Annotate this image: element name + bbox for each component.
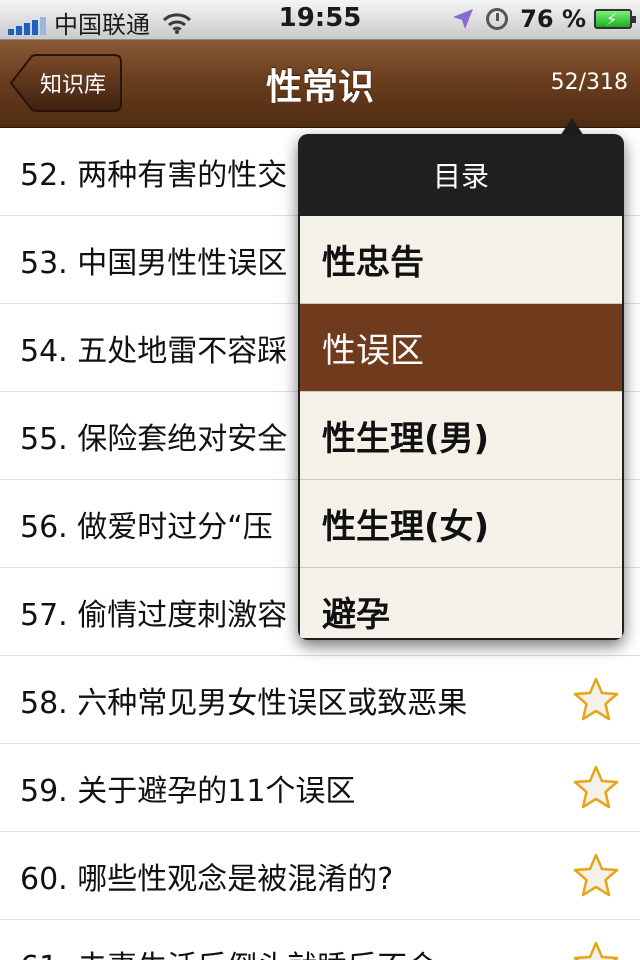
menu-item[interactable]: 性忠告 — [300, 216, 622, 304]
menu-item[interactable]: 性生理(男) — [300, 392, 622, 480]
menu-item[interactable]: 避孕 — [300, 568, 622, 638]
popover-title: 目录 — [432, 160, 489, 193]
navigation-bar: 知识库 性常识 52/318 — [0, 40, 640, 128]
list-item-title: 61. 夫妻生活后倒头就睡后不会 — [20, 942, 437, 960]
clock-icon — [486, 8, 509, 30]
list-item-title: 58. 六种常见男女性误区或致恶果 — [20, 685, 468, 721]
list-item-title: 59. 关于避孕的11个误区 — [20, 773, 356, 809]
star-icon[interactable] — [572, 852, 620, 900]
menu-item[interactable]: 性生理(女) — [300, 480, 622, 568]
list-item-title: 57. 偷情过度刺激容 — [20, 597, 288, 633]
list-item[interactable]: 59. 关于避孕的11个误区 — [0, 744, 640, 832]
star-icon[interactable] — [572, 940, 620, 960]
menu-item-selected[interactable]: 性误区 — [300, 304, 622, 392]
star-icon[interactable] — [572, 764, 620, 812]
star-icon[interactable] — [572, 676, 620, 724]
list-item-title: 52. 两种有害的性交 — [20, 157, 288, 193]
battery-icon: ⚡ — [594, 9, 636, 29]
list-item[interactable]: 58. 六种常见男女性误区或致恶果 — [0, 656, 640, 744]
catalog-popover: 目录 性忠告 性误区 性生理(男) 性生理(女) 避孕 — [298, 134, 624, 640]
list-item[interactable]: 60. 哪些性观念是被混淆的? — [0, 832, 640, 920]
battery-percent: 76 % — [520, 5, 586, 33]
popover-arrow-icon — [560, 118, 584, 136]
list-item-title: 55. 保险套绝对安全 — [20, 421, 288, 457]
page-count: 52/318 — [550, 70, 628, 95]
status-bar: 中国联通 19:55 76 % ⚡ — [0, 0, 640, 40]
page-title: 性常识 — [265, 67, 374, 108]
list-item[interactable]: 61. 夫妻生活后倒头就睡后不会 — [0, 920, 640, 960]
location-icon — [453, 9, 474, 29]
list-item-title: 56. 做爱时过分“压 — [20, 509, 273, 545]
catalog-menu: 性忠告 性误区 性生理(男) 性生理(女) 避孕 — [300, 216, 622, 638]
list-item-title: 53. 中国男性性误区 — [20, 245, 288, 281]
list-item-title: 54. 五处地雷不容踩 — [20, 333, 288, 369]
list-item-title: 60. 哪些性观念是被混淆的? — [20, 861, 394, 897]
